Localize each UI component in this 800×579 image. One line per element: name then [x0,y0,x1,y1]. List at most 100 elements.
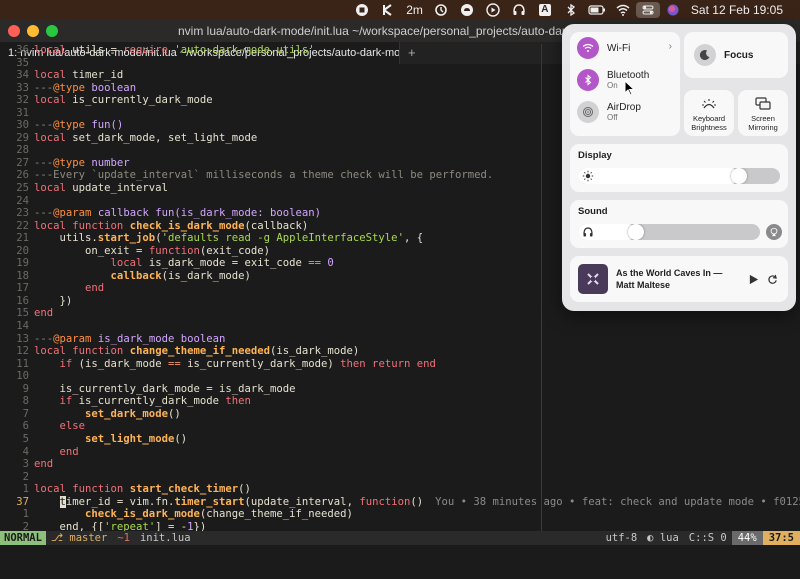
song-title: As the World Caves In — Matt Maltese [616,268,723,290]
focus-label: Focus [724,49,754,61]
code-token: (callback) [244,219,309,232]
clock-label[interactable]: Sat 12 Feb 19:05 [686,0,788,20]
code-token: ---Every `update_interval` milliseconds … [34,169,494,182]
code-text: set_light_mode() [34,433,187,446]
code-line[interactable]: 8 if is_currently_dark_mode then [0,395,800,408]
code-token: end [34,458,54,471]
airdrop-text: AirDrop Off [607,102,641,122]
line-number: 7 [22,407,29,420]
code-token: local [34,131,66,144]
code-line[interactable]: 2 [0,471,800,484]
keyboard-brightness-tile[interactable]: Keyboard Brightness [684,90,734,136]
code-line[interactable]: 13 ---@param is_dark_mode boolean [0,333,800,346]
code-line[interactable]: 14 [0,320,800,333]
media-play-icon[interactable] [480,0,506,20]
line-number: 11 [16,357,29,370]
sync-icon[interactable] [428,0,454,20]
control-center-panel: Wi-Fi › Bluetooth On AirDrop Off Focus K… [562,24,796,311]
code-text: ---@type boolean [34,82,136,95]
minimize-window-button[interactable] [27,25,39,37]
headphones-icon[interactable] [506,0,532,20]
replay-icon[interactable] [767,274,778,285]
wifi-icon[interactable] [610,0,636,20]
code-token: local [34,69,66,82]
code-line[interactable]: 10 [0,370,800,383]
code-token: 'defaults read -g AppleInterfaceStyle' [161,232,404,245]
code-text: set_dark_mode() [34,408,181,421]
code-token: require [123,44,168,56]
code-text: timer_id = vim.fn.timer_start(update_int… [34,495,423,509]
code-line[interactable]: 9 is_currently_dark_mode = is_dark_mode [0,383,800,396]
bluetooth-icon[interactable] [558,0,584,20]
filetype-label: lua [659,532,679,544]
line-number: 17 [16,282,29,295]
code-text: ---@type fun() [34,119,123,132]
airplay-icon[interactable] [766,224,782,240]
code-token: update_interval [65,182,168,195]
code-token: (change_theme_if_needed) [199,508,353,521]
code-token: then [225,395,251,408]
airdrop-status: Off [607,113,618,122]
stop-record-icon[interactable] [349,0,375,20]
battery-icon[interactable] [584,0,610,20]
line-number: 21 [16,232,29,245]
album-art-icon [578,264,608,294]
focus-tile[interactable]: Focus [684,32,788,78]
code-line[interactable]: 5 set_light_mode() [0,433,800,446]
control-center-icon[interactable] [635,2,660,18]
code-line[interactable]: 4 end [0,446,800,459]
line-number: 33 [16,81,29,94]
code-line[interactable]: 11 if (is_dark_mode == is_currently_dark… [0,358,800,371]
input-source-icon[interactable]: A [532,0,558,20]
display-slider-knob[interactable] [731,168,747,184]
code-line[interactable]: 7 set_dark_mode() [0,408,800,421]
line-number: 2 [22,470,29,483]
line-number: 27 [16,156,29,169]
diagnostics: C::S 0 [688,532,727,544]
headphones-icon [583,227,593,237]
code-line[interactable]: 6 else [0,420,800,433]
code-line[interactable]: 1 check_is_dark_mode(change_theme_if_nee… [0,508,800,521]
now-playing-tile[interactable]: As the World Caves In — Matt Maltese [570,256,788,302]
code-token: local [34,44,66,56]
code-line[interactable]: 12 local function change_theme_if_needed(… [0,345,800,358]
code-line[interactable]: 1 local function start_check_timer() [0,483,800,496]
fullscreen-window-button[interactable] [46,25,58,37]
code-text: utils.start_job('defaults read -g AppleI… [34,232,424,245]
airdrop-toggle[interactable]: AirDrop Off [570,96,680,128]
code-text: local timer_id [34,69,123,82]
media-controls [748,274,788,285]
code-text: if is_currently_dark_mode then [34,395,251,408]
code-line[interactable]: 37 timer_id = vim.fn.timer_start(update_… [0,495,800,509]
code-token: @param [53,207,92,220]
cloud-icon[interactable] [454,0,480,20]
screen-mirroring-tile[interactable]: Screen Mirroring [738,90,788,136]
chevron-right-icon[interactable]: › [669,41,672,52]
code-token: start_job [97,232,156,245]
close-window-button[interactable] [8,25,20,37]
code-token: timer_start [174,495,245,508]
volume-slider[interactable] [578,224,760,240]
code-token: --- [34,332,54,345]
code-text: callback(is_dark_mode) [34,270,251,283]
code-token: end [34,307,54,320]
line-number: 35 [16,56,29,69]
git-branch-label: master [63,532,108,544]
code-line[interactable]: 3 end [0,458,800,471]
code-token: boolean [91,81,137,94]
siri-icon[interactable] [660,0,686,20]
line-number: 19 [16,257,29,270]
code-token: local function [34,219,124,232]
app-k-icon[interactable] [375,0,401,20]
wifi-toggle[interactable]: Wi-Fi › [570,32,680,64]
input-source-label: A [539,4,551,16]
display-brightness-slider[interactable] [578,168,780,184]
volume-slider-knob[interactable] [628,224,644,240]
line-number: 15 [16,307,29,320]
timer-label[interactable]: 2m [401,0,428,20]
play-icon[interactable] [748,274,759,285]
code-token: then return end [340,357,436,370]
line-number: 10 [16,370,29,383]
code-text: local set_dark_mode, set_light_mode [34,132,257,145]
